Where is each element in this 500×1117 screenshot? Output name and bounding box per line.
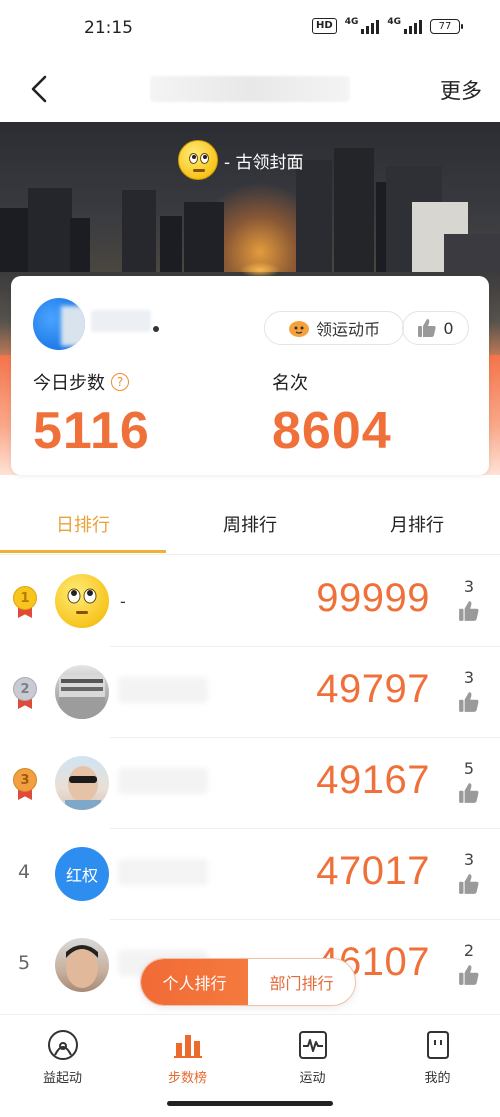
gold-medal-icon: 1	[13, 586, 39, 620]
row-like-button[interactable]: 3	[456, 669, 482, 713]
row-like-button[interactable]: 3	[456, 851, 482, 895]
rank-label: 名次	[272, 373, 308, 394]
row-like-count: 3	[463, 577, 475, 596]
thumbs-up-icon	[459, 692, 479, 712]
rank-number: 4	[18, 861, 31, 883]
thumbs-up-icon	[418, 319, 437, 337]
nav-item-charity[interactable]: 益起动	[0, 1029, 125, 1086]
today-steps-value: 5116	[33, 402, 150, 460]
avatar[interactable]	[55, 665, 109, 719]
smiley-logo-icon	[178, 140, 218, 180]
row-like-button[interactable]: 3	[456, 578, 482, 622]
row-like-button[interactable]: 5	[456, 760, 482, 804]
nav-item-label: 我的	[424, 1071, 451, 1086]
nav-item-exercise[interactable]: 运动	[250, 1029, 375, 1086]
row-steps: 49167	[316, 758, 430, 802]
status-icons: HD 4G 4G 77	[312, 18, 463, 34]
avatar[interactable]	[55, 938, 109, 992]
row-like-button[interactable]: 2	[456, 942, 482, 986]
row-like-count: 3	[463, 850, 475, 869]
back-button[interactable]	[22, 72, 56, 106]
thumbs-up-icon	[459, 874, 479, 894]
battery-icon: 77	[430, 18, 463, 34]
tab-weekly[interactable]: 周排行	[167, 493, 333, 555]
like-count: 0	[443, 318, 454, 338]
avatar[interactable]: 红权	[55, 847, 109, 901]
avatar[interactable]	[55, 756, 109, 810]
nav-item-step-ranking[interactable]: 步数榜	[125, 1029, 250, 1086]
claim-coin-button[interactable]: 领运动币	[264, 311, 404, 345]
thumbs-up-icon	[459, 601, 479, 621]
personal-ranking-button[interactable]: 个人排行	[141, 959, 248, 1005]
rank-number: 5	[18, 952, 31, 974]
status-bar: 21:15 HD 4G 4G 77	[0, 0, 500, 56]
help-icon[interactable]: ?	[111, 373, 129, 391]
page-title-blurred	[150, 76, 350, 102]
ranking-period-tabs: 日排行 周排行 月排行	[0, 493, 500, 555]
status-time: 21:15	[84, 18, 133, 38]
profile-icon	[426, 1031, 449, 1059]
rank-value: 8604	[272, 402, 392, 460]
row-steps: 47017	[316, 849, 430, 893]
like-button[interactable]: 0	[402, 311, 469, 345]
cover-brand: - 古领封面	[178, 140, 304, 180]
row-user-name-blurred	[118, 859, 208, 885]
nav-item-label: 益起动	[42, 1071, 82, 1086]
thumbs-up-icon	[459, 965, 479, 985]
chevron-left-icon	[31, 75, 47, 103]
hd-badge: HD	[312, 18, 337, 34]
ranking-scope-toggle: 个人排行 部门排行	[140, 958, 356, 1006]
tab-monthly[interactable]: 月排行	[334, 493, 500, 555]
avatar[interactable]	[33, 298, 85, 350]
cover-brand-text: - 古领封面	[224, 152, 304, 173]
table-row[interactable]: 3 49167 5	[0, 738, 500, 829]
signal-icon: 4G	[387, 18, 422, 34]
active-tab-indicator	[0, 550, 166, 553]
nav-item-label: 运动	[299, 1071, 326, 1086]
coin-mascot-icon	[288, 318, 310, 338]
charity-icon	[47, 1030, 78, 1060]
row-like-count: 5	[463, 759, 475, 778]
nav-item-label: 步数榜	[167, 1071, 207, 1086]
bronze-medal-icon: 3	[13, 768, 39, 802]
table-row[interactable]: 4 红权 47017 3	[0, 829, 500, 920]
row-like-count: 2	[463, 941, 475, 960]
row-steps: 49797	[316, 667, 430, 711]
table-row[interactable]: 1 - 99999 3	[0, 556, 500, 647]
row-like-count: 3	[463, 668, 475, 687]
user-name-blurred	[91, 310, 151, 332]
row-steps: 99999	[316, 576, 430, 620]
tab-daily[interactable]: 日排行	[0, 493, 166, 555]
row-user-name-blurred	[118, 768, 208, 794]
nav-bar: 更多	[0, 56, 500, 122]
today-steps-label: 今日步数 ?	[33, 369, 129, 395]
thumbs-up-icon	[459, 783, 479, 803]
home-indicator[interactable]	[167, 1101, 333, 1106]
row-user-name: -	[120, 592, 126, 611]
nav-item-profile[interactable]: 我的	[375, 1029, 500, 1086]
department-ranking-button[interactable]: 部门排行	[248, 959, 355, 1005]
avatar[interactable]	[55, 574, 109, 628]
avatar-text: 红权	[65, 866, 98, 885]
signal-icon: 4G	[345, 18, 380, 34]
activity-icon	[298, 1031, 327, 1059]
table-row[interactable]: 2 49797 3	[0, 647, 500, 738]
more-button[interactable]: 更多	[440, 75, 482, 105]
silver-medal-icon: 2	[13, 677, 39, 711]
claim-coin-label: 领运动币	[315, 320, 380, 339]
row-user-name-blurred	[118, 677, 208, 703]
user-stats-card: 领运动币 0 今日步数 ? 5116 名次 8604	[11, 276, 489, 475]
bar-chart-icon	[173, 1035, 202, 1058]
